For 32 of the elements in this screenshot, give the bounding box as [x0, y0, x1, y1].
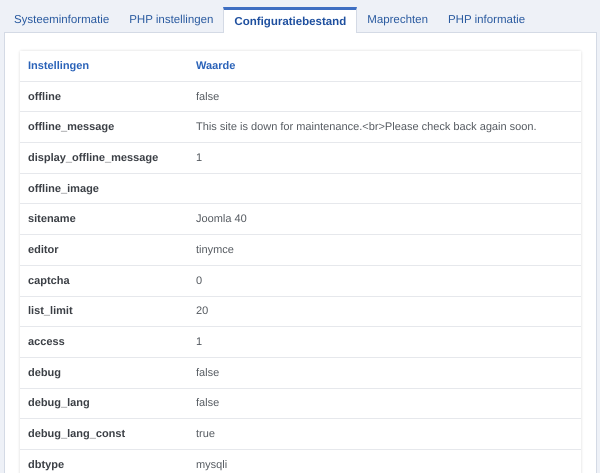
tab[interactable]: PHP informatie	[438, 6, 536, 32]
setting-name: debug	[27, 366, 62, 379]
setting-name: captcha	[27, 274, 71, 287]
setting-value: This site is down for maintenance.<br>Please check back again soon.	[196, 121, 537, 134]
setting-name: editor	[27, 244, 60, 256]
setting-value: Joomla 40	[196, 213, 247, 226]
setting-name: debug_lang_const	[27, 428, 126, 440]
setting-value: false	[196, 366, 220, 379]
setting-name: sitename	[27, 213, 77, 226]
tab[interactable]: Maprechten	[357, 6, 438, 32]
setting-value: mysqli	[196, 458, 228, 471]
setting-value: false	[196, 397, 220, 410]
tab[interactable]: Systeeminformatie	[4, 6, 120, 32]
setting-value: false	[196, 90, 220, 103]
setting-name: access	[27, 336, 66, 348]
setting-value: 1	[196, 336, 202, 348]
setting-name: debug_lang	[27, 397, 91, 410]
setting-value: 0	[196, 274, 202, 287]
tab[interactable]: PHP instellingen	[119, 6, 224, 32]
tab[interactable]: Configuratiebestand	[223, 7, 358, 33]
setting-name: display_offline_message	[27, 152, 160, 164]
setting-name: offline_message	[27, 121, 116, 134]
column-header: Instellingen	[27, 60, 90, 72]
setting-name: dbtype	[27, 458, 66, 471]
setting-value: tinymce	[196, 244, 234, 256]
setting-value: 1	[196, 152, 202, 164]
setting-value: 20	[196, 305, 208, 318]
setting-name: offline	[27, 90, 62, 103]
setting-name: offline_image	[27, 182, 100, 195]
column-header: Waarde	[196, 60, 236, 72]
setting-name: list_limit	[27, 305, 74, 318]
setting-value: true	[196, 428, 215, 440]
